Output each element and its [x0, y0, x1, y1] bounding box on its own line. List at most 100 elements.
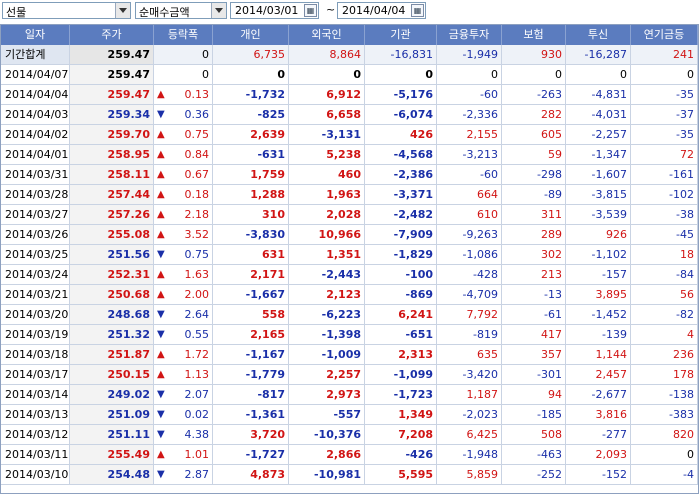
cell-foreign: 0: [289, 65, 365, 84]
cell-individual: 2,639: [213, 125, 289, 144]
start-date-field[interactable]: 2014/03/01 ▦: [230, 2, 319, 19]
cell-insurance: -185: [502, 405, 566, 424]
cell-change: ▼ 0.36: [154, 105, 213, 124]
cell-change: ▲ 0.75: [154, 125, 213, 144]
cell-pension: -38: [631, 205, 698, 224]
table-row[interactable]: 2014/03/20 248.68 ▼ 2.64 558 -6,223 6,241 7,792…: [1, 305, 698, 325]
cell-foreign: -6,223: [289, 305, 365, 324]
cell-insurance: 94: [502, 385, 566, 404]
cell-institution: -2,482: [365, 205, 437, 224]
cell-price: 258.11: [70, 165, 154, 184]
table-row[interactable]: 2014/03/28 257.44 ▲ 0.18 1,288 1,963 -3,371 664…: [1, 185, 698, 205]
column-header-financial-investment[interactable]: 금융투자: [437, 25, 502, 45]
cell-change: ▲ 0.13: [154, 85, 213, 104]
change-value: 0.75: [184, 128, 210, 141]
change-value: 1.63: [184, 268, 210, 281]
table-row[interactable]: 2014/04/01 258.95 ▲ 0.84 -631 5,238 -4,568 -3,2…: [1, 145, 698, 165]
cell-insurance: 213: [502, 265, 566, 284]
cell-individual: -1,732: [213, 85, 289, 104]
column-header-institution[interactable]: 기관: [365, 25, 437, 45]
triangle-down-icon: ▼: [157, 109, 165, 120]
table-row[interactable]: 2014/03/14 249.02 ▼ 2.07 -817 2,973 -1,723 1,18…: [1, 385, 698, 405]
cell-change: ▼ 0.75: [154, 245, 213, 264]
column-header-date[interactable]: 일자: [1, 25, 70, 45]
table-row[interactable]: 2014/04/03 259.34 ▼ 0.36 -825 6,658 -6,074 -2,3…: [1, 105, 698, 125]
table-row[interactable]: 2014/04/02 259.70 ▲ 0.75 2,639 -3,131 426 2,155…: [1, 125, 698, 145]
table-row[interactable]: 2014/03/12 251.11 ▼ 4.38 3,720 -10,376 7,208 6,…: [1, 425, 698, 445]
table-row[interactable]: 2014/03/18 251.87 ▲ 1.72 -1,167 -1,009 2,313 63…: [1, 345, 698, 365]
metric-select[interactable]: 순매수금액: [135, 2, 227, 19]
chevron-down-icon[interactable]: [115, 3, 130, 18]
change-value: 2.87: [184, 468, 210, 481]
change-value: 0.67: [184, 168, 210, 181]
cell-price: 249.02: [70, 385, 154, 404]
triangle-down-icon: ▼: [157, 309, 165, 320]
cell-pension: 72: [631, 145, 698, 164]
cell-pension: 56: [631, 285, 698, 304]
triangle-up-icon: ▲: [157, 269, 165, 280]
calendar-icon[interactable]: ▦: [411, 4, 424, 17]
cell-pension: -138: [631, 385, 698, 404]
cell-individual: 6,735: [213, 45, 289, 64]
triangle-up-icon: ▲: [157, 169, 165, 180]
column-header-change[interactable]: 등락폭: [154, 25, 213, 45]
cell-price: 251.09: [70, 405, 154, 424]
cell-individual: -1,727: [213, 445, 289, 464]
table-row[interactable]: 2014/03/19 251.32 ▼ 0.55 2,165 -1,398 -651 -819…: [1, 325, 698, 345]
table-row[interactable]: 2014/03/13 251.09 ▼ 0.02 -1,361 -557 1,349 -2,0…: [1, 405, 698, 425]
cell-price: 248.68: [70, 305, 154, 324]
change-value: 4.38: [184, 428, 210, 441]
chevron-down-icon[interactable]: [211, 3, 226, 18]
table-row[interactable]: 2014/03/11 255.49 ▲ 1.01 -1,727 2,866 -426 -1,9…: [1, 445, 698, 465]
column-header-individual[interactable]: 개인: [213, 25, 289, 45]
cell-individual: -1,361: [213, 405, 289, 424]
triangle-down-icon: ▼: [157, 429, 165, 440]
change-value: 3.52: [184, 228, 210, 241]
cell-date: 2014/03/12: [1, 425, 70, 444]
column-header-pension[interactable]: 연기금등: [631, 25, 698, 45]
cell-financial-investment: -2,336: [437, 105, 502, 124]
column-header-investment-trust[interactable]: 투신: [566, 25, 631, 45]
cell-foreign: -10,376: [289, 425, 365, 444]
cell-investment-trust: -4,031: [566, 105, 631, 124]
table-row[interactable]: 2014/03/26 255.08 ▲ 3.52 -3,830 10,966 -7,909-…: [1, 225, 698, 245]
cell-price: 250.68: [70, 285, 154, 304]
cell-foreign: 2,973: [289, 385, 365, 404]
table-row[interactable]: 2014/03/27 257.26 ▲ 2.18 310 2,028 -2,482 610 31…: [1, 205, 698, 225]
calendar-icon[interactable]: ▦: [304, 4, 317, 17]
cell-price: 257.44: [70, 185, 154, 204]
cell-investment-trust: -139: [566, 325, 631, 344]
table-row[interactable]: 2014/03/31 258.11 ▲ 0.67 1,759 460 -2,386 -60 -2…: [1, 165, 698, 185]
cell-pension: -84: [631, 265, 698, 284]
table-row[interactable]: 2014/04/04 259.47 ▲ 0.13 -1,732 6,912 -5,176 -6…: [1, 85, 698, 105]
column-header-price[interactable]: 주가: [70, 25, 154, 45]
cell-insurance: -89: [502, 185, 566, 204]
cell-pension: -45: [631, 225, 698, 244]
cell-financial-investment: -819: [437, 325, 502, 344]
cell-change: ▼ 2.64: [154, 305, 213, 324]
column-header-insurance[interactable]: 보험: [502, 25, 566, 45]
table-row[interactable]: 2014/03/25 251.56 ▼ 0.75 631 1,351 -1,829 -1,08…: [1, 245, 698, 265]
table-row[interactable]: 2014/04/07 259.47 0 0 0 0 0 0 0 0: [1, 65, 698, 85]
cell-pension: -82: [631, 305, 698, 324]
table-row-total[interactable]: 기간합계 259.47 0 6,735 8,864 -16,831 -1,949 930 -16…: [1, 45, 698, 65]
table-row[interactable]: 2014/03/24 252.31 ▲ 1.63 2,171 -2,443 -100 -428…: [1, 265, 698, 285]
table-row[interactable]: 2014/03/17 250.15 ▲ 1.13 -1,779 2,257 -1,099 -3…: [1, 365, 698, 385]
cell-date: 2014/03/26: [1, 225, 70, 244]
cell-insurance: -252: [502, 465, 566, 484]
cell-price: 259.70: [70, 125, 154, 144]
table-row[interactable]: 2014/03/10 254.48 ▼ 2.87 4,873 -10,981 5,595 5,…: [1, 465, 698, 485]
end-date-field[interactable]: 2014/04/04 ▦: [337, 2, 426, 19]
market-select[interactable]: 선물: [2, 2, 131, 19]
triangle-up-icon: ▲: [157, 129, 165, 140]
column-header-foreign[interactable]: 외국인: [289, 25, 365, 45]
cell-institution: -16,831: [365, 45, 437, 64]
cell-financial-investment: -3,213: [437, 145, 502, 164]
cell-investment-trust: -277: [566, 425, 631, 444]
cell-financial-investment: 7,792: [437, 305, 502, 324]
cell-financial-investment: 1,187: [437, 385, 502, 404]
cell-financial-investment: 635: [437, 345, 502, 364]
table-row[interactable]: 2014/03/21 250.68 ▲ 2.00 -1,667 2,123 -869 -4,7…: [1, 285, 698, 305]
cell-insurance: -298: [502, 165, 566, 184]
cell-insurance: 311: [502, 205, 566, 224]
